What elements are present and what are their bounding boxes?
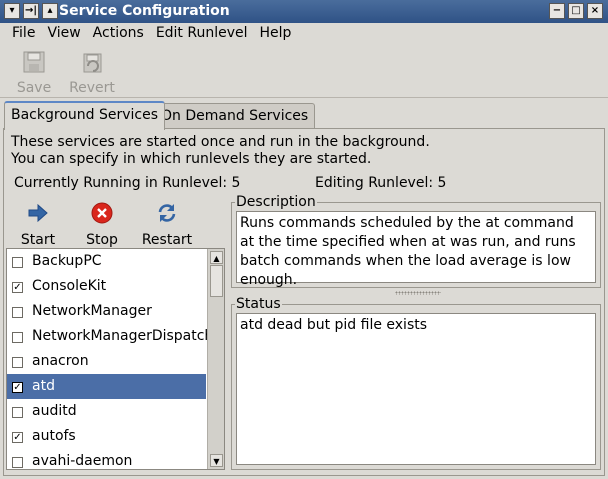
service-name: autofs (32, 428, 76, 444)
revert-button[interactable]: Revert (62, 50, 122, 96)
service-name: ConsoleKit (32, 278, 107, 294)
service-checkbox[interactable]: ✓ (12, 432, 23, 443)
service-row-networkmanagerdispatcher[interactable]: NetworkManagerDispatcher (7, 324, 224, 349)
service-row-avahi-daemon[interactable]: avahi-daemon (7, 449, 224, 469)
service-row-backuppc[interactable]: BackupPC (7, 249, 224, 274)
revert-icon (83, 53, 102, 73)
menu-bar: File View Actions Edit Runlevel Help (0, 23, 608, 43)
description-label: Description (235, 193, 317, 211)
status-text: atd dead but pid file exists (236, 313, 596, 465)
service-row-consolekit[interactable]: ✓ ConsoleKit (7, 274, 224, 299)
service-name: BackupPC (32, 253, 102, 269)
service-checkbox[interactable] (12, 407, 23, 418)
tab-background-services[interactable]: Background Services (4, 101, 166, 130)
start-arrow-icon (28, 203, 48, 223)
title-bar: ▾ →| ▴ Service Configuration − □ × (0, 0, 608, 23)
current-runlevel: Currently Running in Runlevel: 5 (14, 175, 241, 191)
service-row-auditd[interactable]: auditd (7, 399, 224, 424)
pane-resize-grip[interactable] (395, 291, 441, 295)
tab-on-demand-services[interactable]: On Demand Services (154, 103, 316, 129)
stop-label: Stop (86, 232, 118, 248)
editing-runlevel: Editing Runlevel: 5 (315, 175, 447, 191)
window-raise-button[interactable]: ▴ (42, 3, 58, 19)
restart-label: Restart (141, 232, 193, 248)
menu-edit-runlevel[interactable]: Edit Runlevel (150, 23, 254, 43)
description-frame: Description Runs commands scheduled by t… (231, 193, 601, 288)
window-title: Service Configuration (59, 3, 230, 19)
save-button[interactable]: Save (4, 50, 64, 96)
save-label: Save (16, 80, 52, 96)
status-label: Status (235, 295, 282, 313)
service-name: NetworkManager (32, 303, 152, 319)
close-button[interactable]: × (587, 3, 603, 19)
service-row-atd[interactable]: ✓ atd (7, 374, 206, 399)
floppy-save-icon (23, 51, 45, 73)
service-list[interactable]: BackupPC ✓ ConsoleKit NetworkManager Net… (6, 248, 225, 470)
service-name: anacron (32, 353, 89, 369)
intro-line-1: These services are started once and run … (11, 134, 430, 150)
service-row-anacron[interactable]: anacron (7, 349, 224, 374)
scroll-down-arrow-icon[interactable]: ▼ (210, 454, 223, 467)
service-name: avahi-daemon (32, 453, 133, 469)
minimize-button[interactable]: − (549, 3, 565, 19)
scroll-thumb[interactable] (210, 265, 223, 297)
stop-icon (91, 202, 113, 224)
intro-line-2: You can specify in which runlevels they … (11, 151, 372, 167)
service-name: NetworkManagerDispatcher (32, 328, 225, 344)
service-row-networkmanager[interactable]: NetworkManager (7, 299, 224, 324)
description-text: Runs commands scheduled by the at comman… (236, 211, 596, 288)
window-menu-button[interactable]: ▾ (4, 3, 20, 19)
maximize-button[interactable]: □ (568, 3, 584, 19)
menu-file[interactable]: File (6, 23, 41, 43)
service-name: atd (32, 378, 55, 394)
service-checkbox[interactable] (12, 457, 23, 468)
toolbar: Save Revert (0, 46, 608, 98)
intro-text: These services are started once and run … (11, 134, 430, 168)
start-button[interactable]: Start (8, 202, 68, 248)
restart-button[interactable]: Restart (137, 202, 197, 248)
start-label: Start (20, 232, 56, 248)
revert-label: Revert (69, 80, 115, 96)
restart-icon (158, 204, 176, 222)
service-name: auditd (32, 403, 77, 419)
menu-help[interactable]: Help (254, 23, 298, 43)
service-checkbox[interactable] (12, 307, 23, 318)
service-checkbox[interactable] (12, 332, 23, 343)
service-checkbox[interactable]: ✓ (12, 282, 23, 293)
service-checkbox[interactable]: ✓ (12, 382, 23, 393)
service-checkbox[interactable] (12, 357, 23, 368)
window-shade-button[interactable]: →| (23, 3, 39, 19)
service-list-scrollbar[interactable]: ▲ ▼ (207, 249, 224, 469)
status-frame: Status atd dead but pid file exists (231, 295, 601, 470)
menu-view[interactable]: View (41, 23, 86, 43)
service-row-autofs[interactable]: ✓ autofs (7, 424, 224, 449)
stop-button[interactable]: Stop (72, 202, 132, 248)
service-checkbox[interactable] (12, 257, 23, 268)
menu-actions[interactable]: Actions (87, 23, 150, 43)
scroll-up-arrow-icon[interactable]: ▲ (210, 251, 223, 264)
